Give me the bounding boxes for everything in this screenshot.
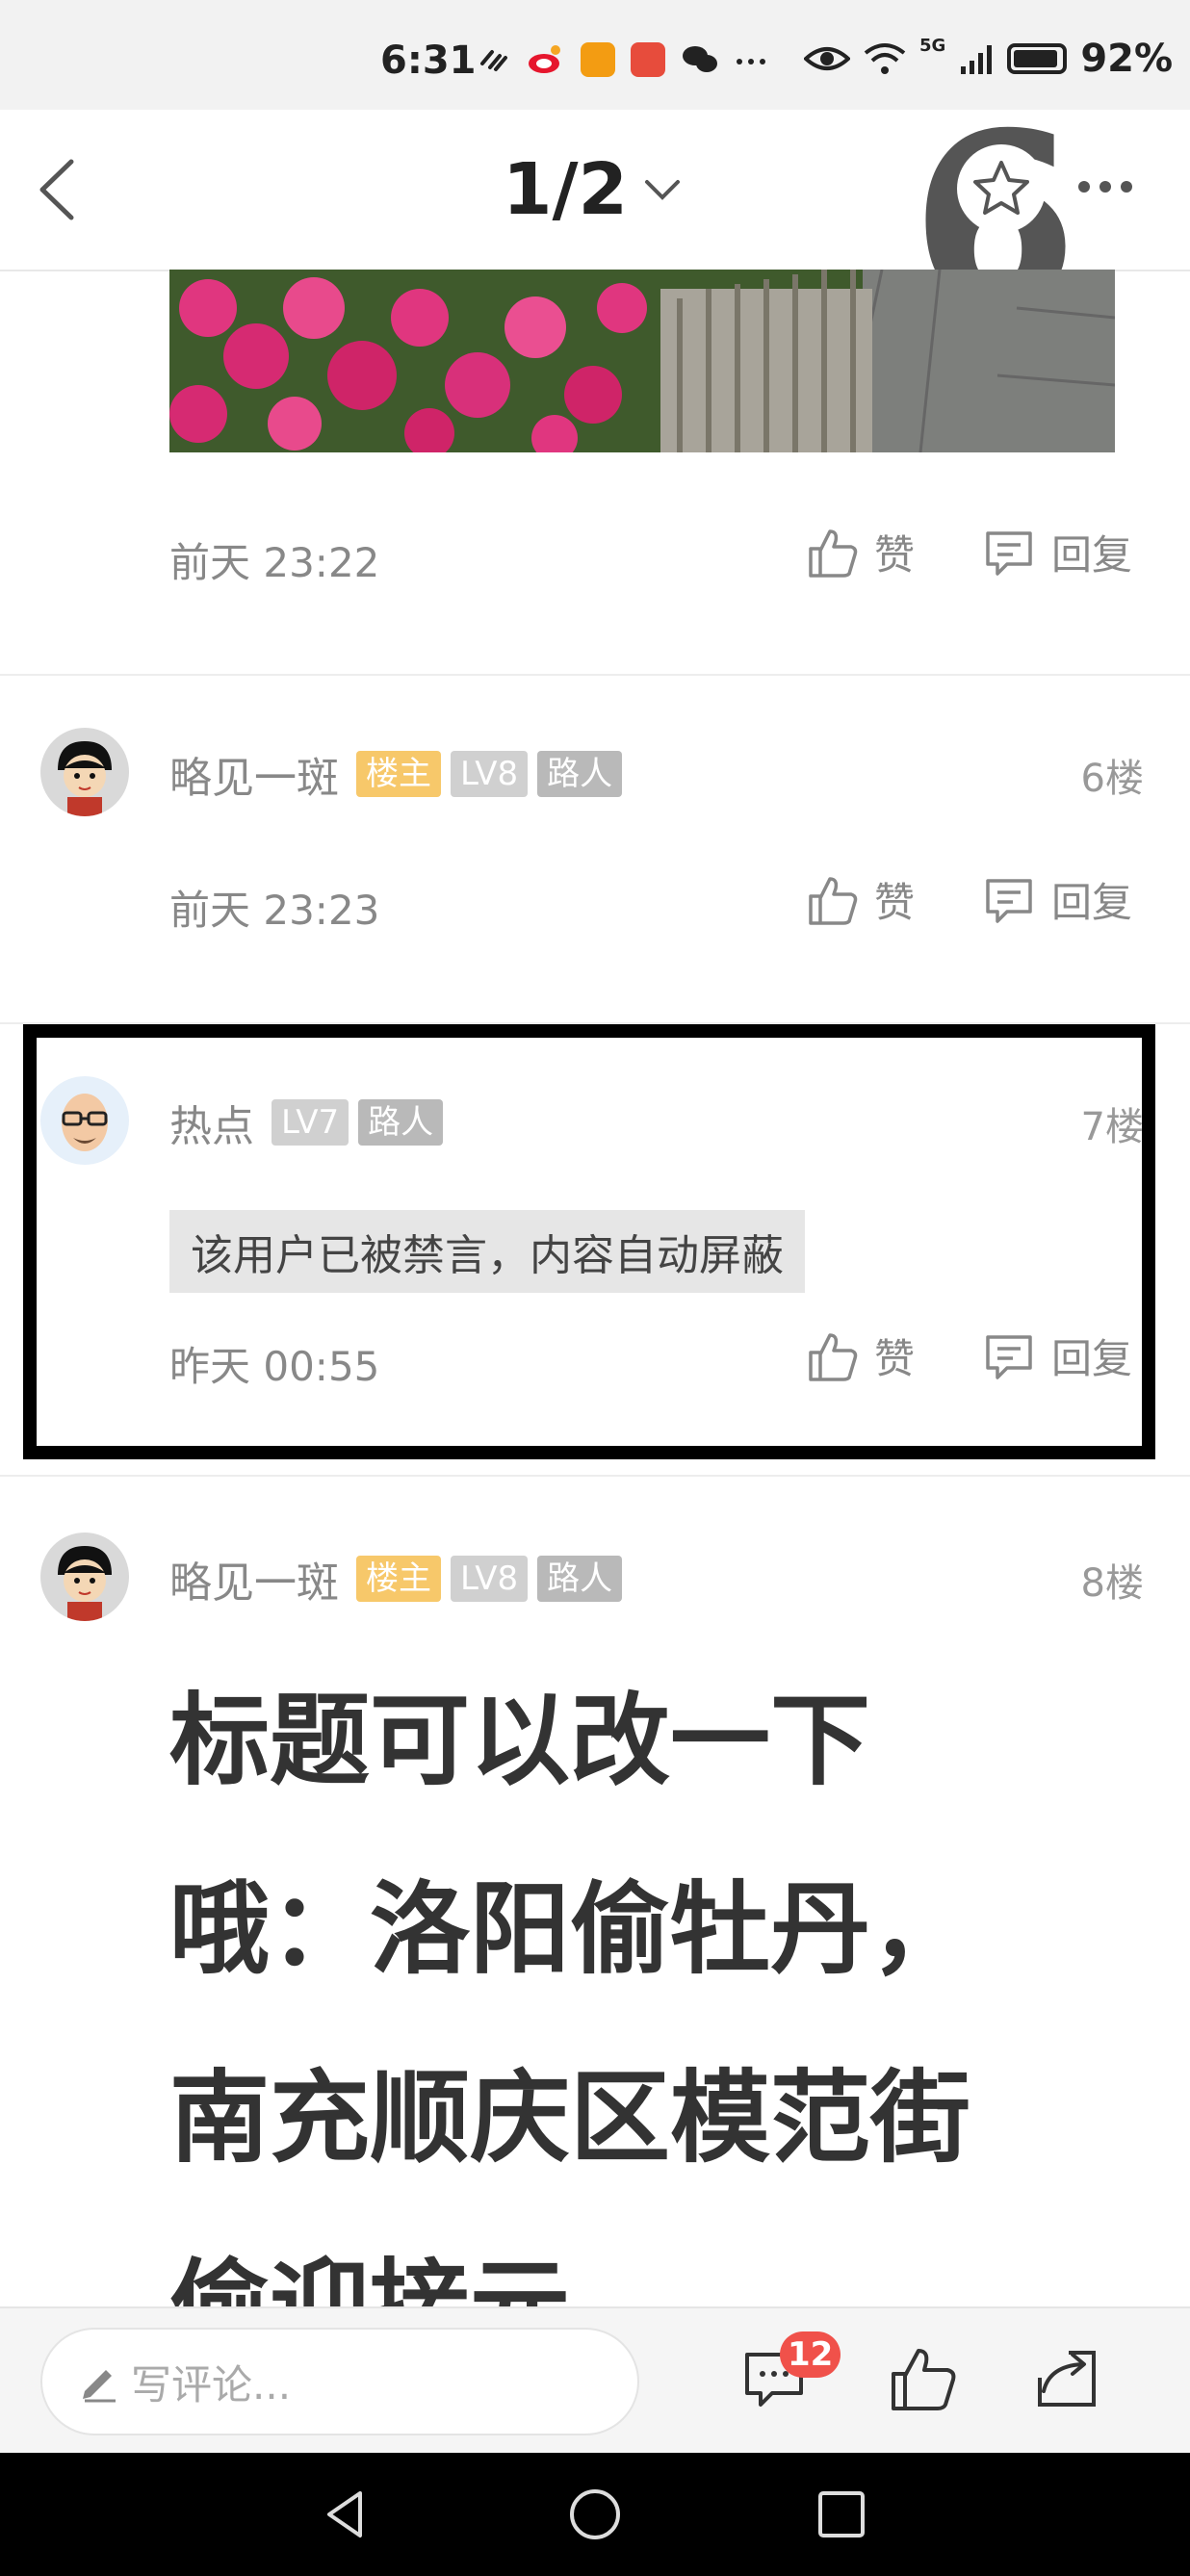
like-label: 赞 <box>874 1335 916 1382</box>
user-info: 略见一斑 楼主 LV8 路人 <box>169 1548 623 1610</box>
username[interactable]: 略见一斑 <box>169 1548 339 1610</box>
like-button[interactable]: 赞 <box>805 1327 915 1385</box>
more-notifications-icon <box>737 59 765 64</box>
host-badge: 楼主 <box>356 1556 441 1602</box>
role-badge: 路人 <box>358 1099 444 1146</box>
status-time: 6:31 <box>380 39 477 83</box>
notification-icons <box>477 42 767 77</box>
chevron-down-icon <box>645 180 681 200</box>
comment-icon <box>986 878 1032 923</box>
like-button[interactable]: 赞 <box>805 870 915 929</box>
like-label: 赞 <box>874 531 916 579</box>
user-info: 热点 LV7 路人 <box>169 1092 444 1153</box>
blocked-notice: 该用户已被禁言，内容自动屏蔽 <box>169 1210 805 1293</box>
comment-icon <box>986 530 1032 576</box>
eye-icon <box>804 47 850 70</box>
favorite-button[interactable] <box>957 144 1046 233</box>
like-button[interactable]: 赞 <box>805 523 915 581</box>
battery-level: 92% <box>1080 37 1174 81</box>
like-label: 赞 <box>874 879 916 926</box>
comment-meta: 前天 23:23 赞 回复 <box>169 870 1142 934</box>
reply-label: 回复 <box>1051 531 1133 579</box>
comment-time: 昨天 00:55 <box>169 1343 380 1390</box>
floor-number: 8楼 <box>1080 1561 1144 1606</box>
system-nav-bar <box>0 2453 1190 2576</box>
system-status: 5G 92% <box>804 35 1174 81</box>
thumbs-up-icon[interactable] <box>886 2343 959 2416</box>
wechat-icon <box>683 46 717 72</box>
bottom-bar: 写评论... 12 <box>0 2306 1190 2455</box>
signal-icon <box>961 45 993 74</box>
thumbs-up-icon <box>809 1332 858 1381</box>
role-badge: 路人 <box>537 751 623 797</box>
cartoon-avatar <box>40 1533 129 1621</box>
comment-icon <box>986 1334 1032 1379</box>
username[interactable]: 热点 <box>169 1092 254 1153</box>
back-arrow-icon[interactable] <box>33 156 91 223</box>
video-app-icon <box>581 42 615 77</box>
share-icon[interactable] <box>1030 2343 1103 2416</box>
comment-placeholder: 写评论... <box>131 2360 292 2409</box>
reply-button[interactable]: 回复 <box>982 870 1132 929</box>
network-type: 5G <box>919 35 946 56</box>
level-badge: LV7 <box>272 1099 349 1146</box>
reply-button[interactable]: 回复 <box>982 1327 1132 1385</box>
floor-number: 7楼 <box>1080 1105 1144 1149</box>
pencil-icon <box>83 2370 116 2403</box>
page-selector[interactable]: 1/2 <box>503 148 682 231</box>
battery-icon <box>1007 43 1068 74</box>
divider <box>0 1475 1190 1477</box>
floor-number: 6楼 <box>1080 757 1144 801</box>
nav-back-icon[interactable] <box>318 2486 375 2543</box>
comment-input[interactable]: 写评论... <box>40 2328 639 2435</box>
link-icon <box>480 50 507 71</box>
level-badge: LV8 <box>451 751 529 797</box>
divider <box>0 674 1190 676</box>
comment-meta: 昨天 00:55 赞 回复 <box>169 1327 1142 1390</box>
user-info: 略见一斑 楼主 LV8 路人 <box>169 743 623 805</box>
post-image[interactable] <box>169 270 1115 452</box>
comment-content: 标题可以改一下哦：洛阳偷牡丹，南充顺庆区模范街偷迎接元 <box>169 1682 971 2306</box>
cartoon-avatar <box>40 728 129 816</box>
avatar[interactable] <box>40 1533 129 1621</box>
level-badge: LV8 <box>451 1556 529 1602</box>
thumbs-up-icon <box>809 876 858 925</box>
more-options-icon[interactable] <box>1078 181 1132 193</box>
reply-button[interactable]: 回复 <box>982 523 1132 581</box>
reply-label: 回复 <box>1051 1335 1133 1382</box>
divider <box>0 1022 1190 1024</box>
weibo-icon <box>529 45 560 73</box>
nav-recents-icon[interactable] <box>813 2486 870 2543</box>
glasses-avatar <box>40 1076 129 1165</box>
comment-meta: 前天 23:22 赞 回复 <box>169 523 1142 586</box>
flower-fence-photo <box>169 270 1115 452</box>
nav-home-icon[interactable] <box>566 2486 624 2543</box>
star-icon <box>973 161 1029 215</box>
thumbs-up-icon <box>809 528 858 578</box>
avatar[interactable] <box>40 728 129 816</box>
comment-time: 前天 23:22 <box>169 539 380 586</box>
book-app-icon <box>631 42 665 77</box>
username[interactable]: 略见一斑 <box>169 743 339 805</box>
page-indicator-label: 1/2 <box>503 148 629 231</box>
comment-count-badge: 12 <box>780 2331 841 2378</box>
wifi-icon <box>864 43 906 74</box>
role-badge: 路人 <box>537 1556 623 1602</box>
comment-time: 前天 23:23 <box>169 887 380 934</box>
avatar[interactable] <box>40 1076 129 1165</box>
host-badge: 楼主 <box>356 751 441 797</box>
reply-label: 回复 <box>1051 879 1133 926</box>
top-bar: 1/2 6 <box>0 102 1190 343</box>
